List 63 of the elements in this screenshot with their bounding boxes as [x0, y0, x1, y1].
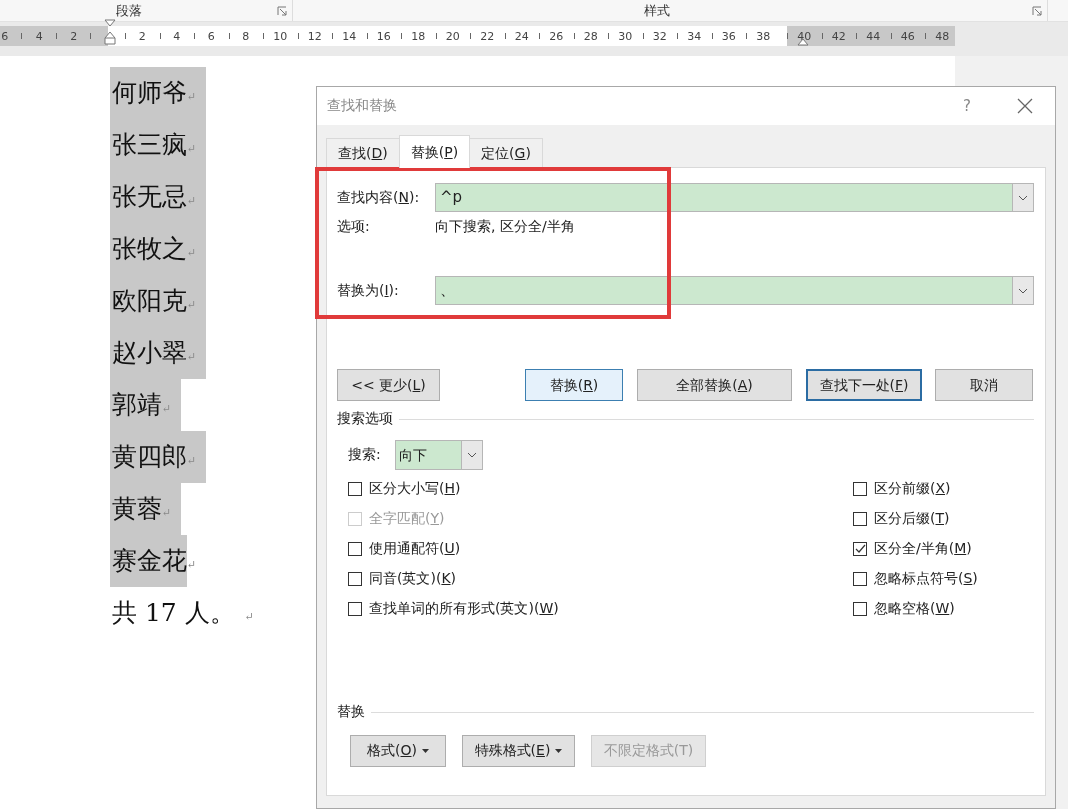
dialog-button[interactable]: 查找下一处(F)	[806, 369, 922, 401]
paragraph-mark: ↵	[187, 558, 198, 571]
paragraph-mark: ↵	[187, 119, 207, 171]
direction-dropdown[interactable]: 向下	[395, 440, 483, 470]
document-line: 共 17 人。	[111, 597, 235, 629]
paragraph-mark: ↵	[243, 609, 255, 625]
checkbox-label: 区分全/半角(M)	[874, 540, 972, 558]
checkbox[interactable]	[853, 542, 867, 556]
checkbox-label: 区分后缀(T)	[874, 510, 950, 528]
dialog-button[interactable]: 取消	[935, 369, 1033, 401]
tab[interactable]: 查找(D)	[326, 138, 400, 167]
checkbox-label: 全字匹配(Y)	[369, 510, 445, 528]
input-field[interactable]: 、	[435, 276, 1034, 305]
section-title: 替换	[337, 703, 365, 721]
dialog-button[interactable]: 全部替换(A)	[637, 369, 792, 401]
indent-marker-icon	[797, 38, 809, 46]
format-button[interactable]: 特殊格式(E)	[462, 735, 575, 767]
options-text: 向下搜索, 区分全/半角	[435, 218, 575, 236]
group-label: 段落	[116, 1, 142, 20]
checkbox[interactable]	[853, 602, 867, 616]
chevron-icon	[1018, 287, 1028, 294]
checkbox-label: 同音(英文)(K)	[369, 570, 457, 588]
dialog-title: 查找和替换	[327, 97, 398, 115]
paragraph-mark: ↵	[187, 275, 207, 327]
checkbox[interactable]	[853, 572, 867, 586]
chevron-icon	[467, 452, 477, 458]
dialog-launcher-icon	[277, 5, 287, 16]
chevron-icon	[1018, 194, 1028, 201]
dialog-button[interactable]: << 更少(L)	[337, 369, 440, 401]
field-label: 替换为(I):	[337, 281, 400, 300]
help-button[interactable]: ?	[963, 97, 971, 115]
paragraph-mark: ↵	[187, 431, 207, 483]
checkbox[interactable]	[348, 602, 362, 616]
paragraph-mark: ↵	[187, 327, 207, 379]
checkbox-label: 查找单词的所有形式(英文)(W)	[369, 600, 559, 618]
field-label: 查找内容(N):	[337, 188, 421, 207]
ruler-number: 6	[0, 29, 22, 43]
checkbox-label: 区分大小写(H)	[369, 480, 461, 498]
checkbox-label: 区分前缀(X)	[874, 480, 951, 498]
checkbox-label: 使用通配符(U)	[369, 540, 461, 558]
format-button[interactable]: 格式(O)	[350, 735, 446, 767]
tab[interactable]: 定位(G)	[469, 138, 543, 167]
checkbox-label: 忽略标点符号(S)	[874, 570, 978, 588]
checkbox[interactable]	[853, 482, 867, 496]
dialog-button[interactable]: 替换(R)	[525, 369, 623, 401]
paragraph-mark: ↵	[162, 483, 182, 535]
checkbox-label: 忽略空格(W)	[874, 600, 955, 618]
paragraph-mark: ↵	[187, 171, 207, 223]
options-label: 选项:	[337, 218, 371, 236]
paragraph-mark: ↵	[187, 223, 207, 275]
dialog-launcher-icon	[1032, 5, 1042, 16]
paragraph-mark: ↵	[187, 67, 207, 119]
group-label: 样式	[644, 1, 670, 20]
checkbox[interactable]	[348, 542, 362, 556]
input-field[interactable]: ^p	[435, 183, 1034, 212]
checkbox[interactable]	[348, 572, 362, 586]
field-label: 搜索:	[348, 446, 382, 464]
tab[interactable]: 替换(P)	[398, 135, 471, 168]
close-icon[interactable]	[1017, 98, 1033, 114]
paragraph-mark: ↵	[162, 379, 182, 431]
checkbox[interactable]	[853, 512, 867, 526]
checkbox[interactable]	[348, 482, 362, 496]
section-title: 搜索选项	[337, 410, 393, 428]
